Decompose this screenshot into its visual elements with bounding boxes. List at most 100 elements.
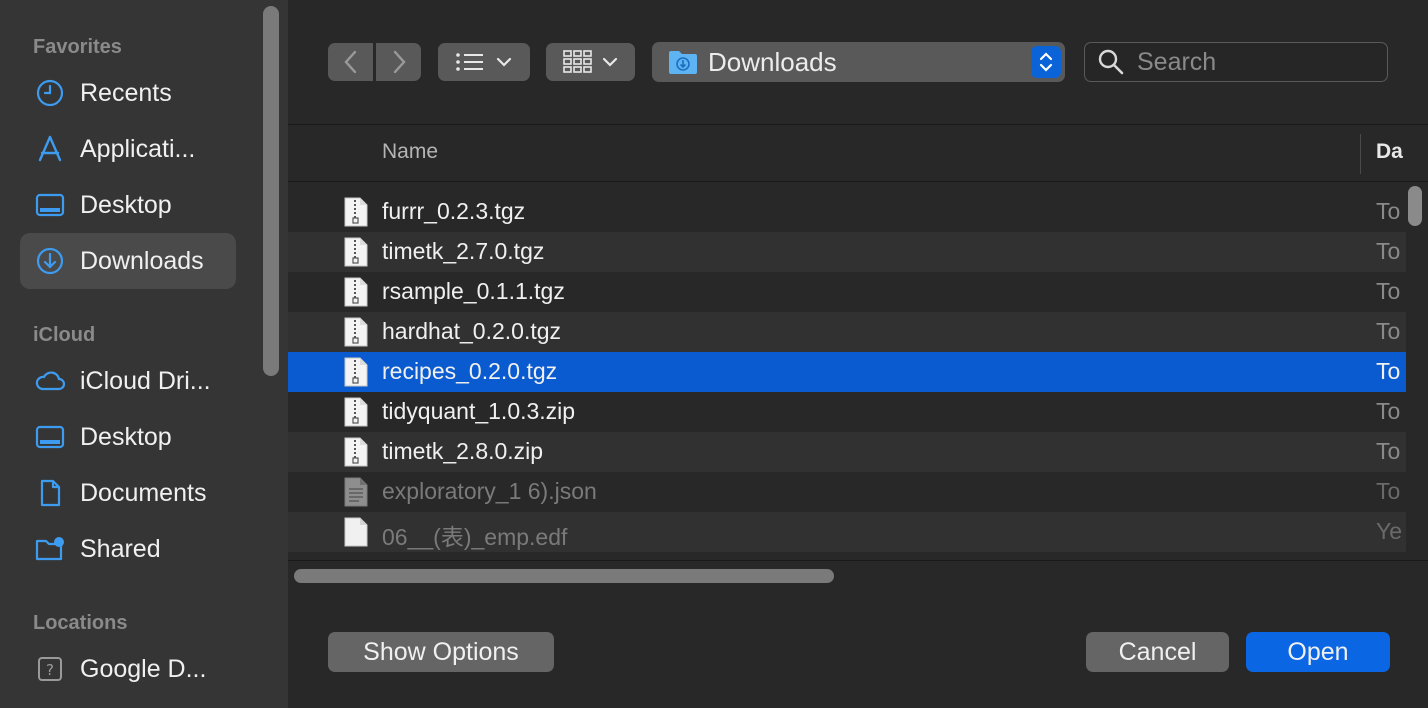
- cancel-button[interactable]: Cancel: [1086, 632, 1229, 672]
- document-icon: [34, 477, 66, 509]
- sidebar-item-label: Documents: [80, 478, 207, 507]
- file-row-selected[interactable]: recipes_0.2.0.tgz To: [288, 352, 1406, 392]
- downloads-icon: [34, 245, 66, 277]
- list-icon: [456, 53, 483, 71]
- dialog-footer: Show Options Cancel Open: [288, 591, 1428, 708]
- json-file-icon: [344, 477, 368, 507]
- horizontal-scroll-track: [288, 560, 1428, 590]
- back-button[interactable]: [328, 43, 373, 81]
- file-date: To: [1376, 198, 1401, 224]
- show-options-button[interactable]: Show Options: [328, 632, 554, 672]
- sidebar-scrollbar[interactable]: [263, 6, 279, 376]
- file-date: To: [1376, 318, 1401, 344]
- file-name: tidyquant_1.0.3.zip: [382, 398, 576, 424]
- file-name: hardhat_0.2.0.tgz: [382, 318, 562, 344]
- file-name: 06__(表)_emp.edf: [382, 524, 568, 550]
- file-browser: Downloads Name Da furrr_0.2.3.tgz To tim…: [288, 0, 1428, 708]
- file-name: furrr_0.2.3.tgz: [382, 198, 526, 224]
- archive-file-icon: [344, 437, 368, 467]
- shared-folder-icon: [34, 533, 66, 565]
- sidebar-item-icloud-desktop[interactable]: Desktop: [20, 409, 236, 465]
- sidebar-item-google-drive[interactable]: ? Google D...: [20, 641, 236, 697]
- sidebar-item-label: iCloud Dri...: [80, 366, 211, 395]
- column-header-name[interactable]: Name: [382, 140, 438, 164]
- sidebar-item-label: Google D...: [80, 654, 207, 683]
- search-input[interactable]: [1137, 47, 1367, 77]
- sidebar-section-locations: Locations: [33, 612, 128, 634]
- file-row-disabled: exploratory_1 6).json To: [288, 472, 1406, 512]
- file-row[interactable]: hardhat_0.2.0.tgz To: [288, 312, 1406, 352]
- archive-file-icon: [344, 277, 368, 307]
- sidebar-item-downloads[interactable]: Downloads: [20, 233, 236, 289]
- file-name: timetk_2.7.0.tgz: [382, 238, 545, 264]
- location-popup[interactable]: Downloads: [652, 42, 1065, 82]
- sidebar: Favorites Recents Applicati... Desktop D…: [0, 0, 288, 708]
- chevron-down-icon: [602, 57, 617, 67]
- svg-text:?: ?: [46, 661, 54, 679]
- file-name: timetk_2.8.0.zip: [382, 438, 544, 464]
- desktop-icon: [34, 421, 66, 453]
- group-view-button[interactable]: [546, 43, 635, 81]
- file-list: furrr_0.2.3.tgz To timetk_2.7.0.tgz To r…: [288, 192, 1428, 552]
- updown-chevron-icon: [1031, 46, 1061, 78]
- sidebar-item-applications[interactable]: Applicati...: [20, 121, 236, 177]
- file-name: exploratory_1 6).json: [382, 478, 597, 504]
- vertical-scrollbar[interactable]: [1408, 186, 1422, 226]
- column-divider[interactable]: [1360, 134, 1361, 174]
- sidebar-item-label: Recents: [80, 78, 172, 107]
- sidebar-item-desktop[interactable]: Desktop: [20, 177, 236, 233]
- horizontal-scrollbar[interactable]: [294, 569, 834, 583]
- file-date: To: [1376, 478, 1401, 504]
- sidebar-item-label: Downloads: [80, 246, 204, 275]
- toolbar: Downloads: [288, 0, 1428, 125]
- sidebar-item-recents[interactable]: Recents: [20, 65, 236, 121]
- file-date: To: [1376, 438, 1401, 464]
- archive-file-icon: [344, 197, 368, 227]
- location-label: Downloads: [708, 46, 837, 77]
- chevron-down-icon: [496, 57, 512, 67]
- file-date: Ye: [1376, 518, 1403, 544]
- file-row[interactable]: rsample_0.1.1.tgz To: [288, 272, 1406, 312]
- file-date: To: [1376, 398, 1401, 424]
- archive-file-icon: [344, 397, 368, 427]
- grid-icon: [562, 50, 592, 73]
- sidebar-section-icloud: iCloud: [33, 324, 96, 346]
- applications-icon: [34, 133, 66, 165]
- desktop-icon: [34, 189, 66, 221]
- list-header: Name Da: [288, 126, 1428, 182]
- column-header-date[interactable]: Da: [1376, 140, 1428, 164]
- chevron-left-icon: [343, 50, 356, 74]
- file-name: recipes_0.2.0.tgz: [382, 358, 558, 384]
- cloud-icon: [34, 365, 66, 397]
- file-name: rsample_0.1.1.tgz: [382, 278, 565, 304]
- chevron-right-icon: [393, 50, 406, 74]
- clock-icon: [34, 77, 66, 109]
- file-row[interactable]: tidyquant_1.0.3.zip To: [288, 392, 1406, 432]
- sidebar-item-label: Desktop: [80, 422, 172, 451]
- file-date: To: [1376, 238, 1401, 264]
- sidebar-item-label: Desktop: [80, 190, 172, 219]
- search-field[interactable]: [1084, 42, 1388, 82]
- sidebar-section-favorites: Favorites: [33, 36, 122, 58]
- file-date: To: [1376, 278, 1401, 304]
- file-row[interactable]: timetk_2.7.0.tgz To: [288, 232, 1406, 272]
- sidebar-item-label: Applicati...: [80, 134, 196, 163]
- archive-file-icon: [344, 317, 368, 347]
- file-date: To: [1376, 358, 1401, 384]
- file-row-disabled: 06__(表)_emp.edf Ye: [288, 512, 1406, 552]
- file-row[interactable]: timetk_2.8.0.zip To: [288, 432, 1406, 472]
- downloads-folder-icon: [668, 49, 698, 75]
- forward-button[interactable]: [376, 43, 421, 81]
- sidebar-item-icloud-drive[interactable]: iCloud Dri...: [20, 353, 236, 409]
- sidebar-item-shared[interactable]: Shared: [20, 521, 236, 577]
- sidebar-item-label: Shared: [80, 534, 161, 563]
- archive-file-icon: [344, 237, 368, 267]
- open-button[interactable]: Open: [1246, 632, 1390, 672]
- archive-file-icon: [344, 357, 368, 387]
- sidebar-item-documents[interactable]: Documents: [20, 465, 236, 521]
- drive-question-icon: ?: [34, 653, 66, 685]
- search-icon: [1097, 48, 1125, 76]
- generic-file-icon: [344, 517, 368, 547]
- file-row[interactable]: furrr_0.2.3.tgz To: [288, 192, 1406, 232]
- list-view-button[interactable]: [438, 43, 530, 81]
